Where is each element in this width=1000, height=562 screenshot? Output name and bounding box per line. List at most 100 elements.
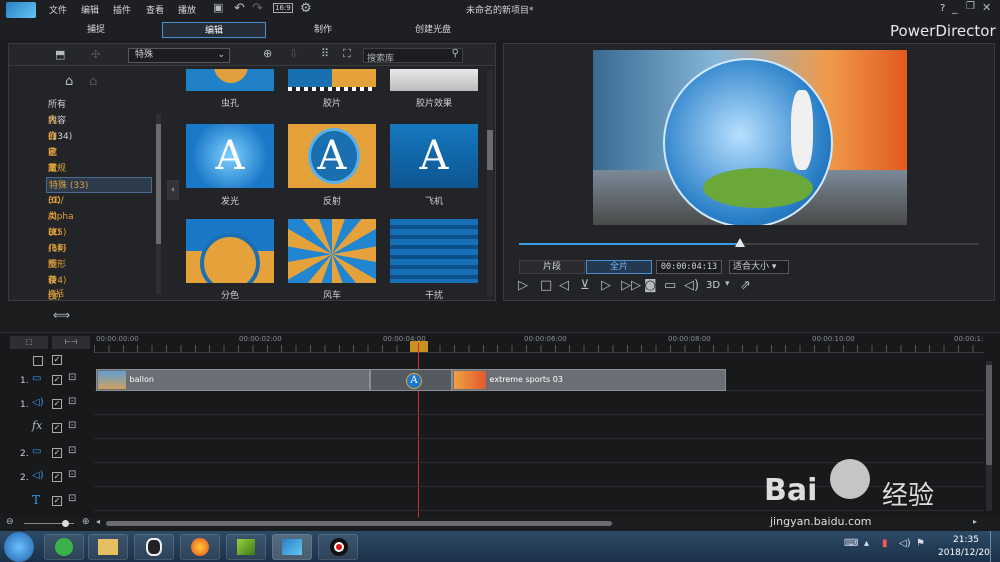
timeline-ruler[interactable]: 00:00:00:00 00:00:02:00 00:00:04:00 00:0…: [94, 333, 984, 353]
tab-capture[interactable]: 捕捉: [65, 22, 127, 38]
category-scrollbar[interactable]: [156, 114, 161, 294]
select-all-checkbox[interactable]: [33, 356, 43, 366]
timecode-display[interactable]: 00:00:04:13: [656, 260, 722, 274]
timeline-horizontal-scrollbar[interactable]: [106, 521, 612, 526]
import-media-icon[interactable]: ⬒: [55, 48, 65, 61]
grid-view-icon[interactable]: ⠿: [321, 47, 329, 60]
transition-thumb-windmill[interactable]: [288, 219, 376, 283]
fit-timeline-icon[interactable]: ⊢⊣: [52, 336, 90, 349]
menu-plugins[interactable]: 插件: [113, 3, 131, 16]
undo-icon[interactable]: ↶: [234, 1, 245, 16]
save-icon[interactable]: ▣: [213, 1, 223, 14]
zoom-slider-handle[interactable]: [62, 520, 69, 527]
stop-icon[interactable]: □: [540, 278, 552, 293]
list-item[interactable]: 3D/类 3D (34): [46, 193, 66, 254]
restore-icon[interactable]: ❐: [966, 1, 975, 12]
list-item[interactable]: 旋转 (3): [46, 257, 61, 302]
download-icon[interactable]: ⇩: [289, 47, 298, 60]
timeline-vertical-scrollbar[interactable]: [986, 361, 992, 511]
flag-tray-icon[interactable]: ⚑: [916, 538, 925, 549]
expand-view-icon[interactable]: ⛶: [343, 47, 351, 61]
menu-edit[interactable]: 编辑: [81, 3, 99, 16]
video-clip-ballon[interactable]: ballon: [96, 369, 370, 391]
tray-time[interactable]: 21:35: [953, 535, 979, 545]
keyboard-tray-icon[interactable]: ⌨: [844, 538, 858, 549]
plugin-icon[interactable]: ✣: [91, 48, 100, 61]
previous-frame-icon[interactable]: ◁: [559, 278, 569, 293]
clip-mode-button[interactable]: 片段: [519, 260, 585, 274]
list-item[interactable]: 擦括（透明干擦） (2): [46, 289, 64, 299]
zoom-fit-dropdown[interactable]: 适合大小 ▾: [729, 260, 789, 274]
taskbar-explorer-icon[interactable]: [88, 534, 128, 560]
search-input[interactable]: 搜索库: [367, 51, 394, 64]
track-enable-checkbox[interactable]: ✓: [52, 472, 62, 482]
transition-thumb-film-effect[interactable]: [390, 69, 478, 91]
tab-create-disc[interactable]: 创建光盘: [392, 22, 474, 38]
transition-clip[interactable]: A: [370, 369, 452, 391]
menu-file[interactable]: 文件: [49, 3, 67, 16]
track-manager-icon[interactable]: ⬚: [10, 336, 48, 349]
close-icon[interactable]: ✕: [982, 1, 991, 14]
search-input-box[interactable]: 搜索库 ⚲: [363, 48, 463, 64]
list-item[interactable]: 我的收藏夹 (0): [46, 113, 61, 206]
track-enable-checkbox[interactable]: ✓: [52, 496, 62, 506]
scroll-left-icon[interactable]: ◂: [96, 517, 100, 526]
show-hidden-icons-icon[interactable]: ▴: [864, 538, 869, 549]
list-item[interactable]: 所有内容 (134): [46, 97, 72, 142]
library-scrollbar[interactable]: [487, 70, 493, 296]
transition-thumb-wormhole[interactable]: [186, 69, 274, 91]
chevron-down-icon[interactable]: ▾: [725, 279, 730, 289]
transition-thumb-plane[interactable]: A: [390, 124, 478, 188]
transition-thumb-split[interactable]: [186, 219, 274, 283]
lock-icon[interactable]: ⊡: [68, 493, 76, 504]
play-icon[interactable]: ▷: [518, 278, 528, 293]
lock-icon[interactable]: ⊡: [68, 445, 76, 456]
fx-track[interactable]: [94, 417, 984, 439]
network-tray-icon[interactable]: ▮: [882, 538, 888, 549]
taskbar-firefox-icon[interactable]: [180, 534, 220, 560]
lock-icon[interactable]: ⊡: [68, 372, 76, 383]
taskbar-qq-icon[interactable]: [134, 534, 174, 560]
help-button[interactable]: ?: [940, 3, 945, 14]
list-item[interactable]: 块 (6): [46, 225, 61, 254]
collapse-panel-icon[interactable]: ‹: [167, 180, 179, 200]
list-item[interactable]: 条纹 (4): [46, 273, 61, 318]
preview-seek-track[interactable]: [519, 243, 979, 245]
fast-forward-icon[interactable]: ▷▷: [621, 278, 641, 293]
aspect-ratio-button[interactable]: 16:9: [273, 3, 293, 13]
list-item[interactable]: Alpha (15): [46, 209, 74, 238]
audio-track-1[interactable]: [94, 393, 984, 415]
video-clip-extreme-sports[interactable]: extreme sports 03: [452, 369, 726, 391]
transition-thumb-glow[interactable]: A: [186, 124, 274, 188]
seek-slider-handle[interactable]: [734, 238, 745, 247]
movie-mode-button[interactable]: 全片: [586, 260, 652, 274]
minimize-icon[interactable]: _: [952, 1, 958, 14]
taskbar-powerdirector-icon[interactable]: [272, 534, 312, 560]
list-item[interactable]: 常规 (12): [46, 161, 66, 190]
snapshot-marker-icon[interactable]: ⊻: [580, 278, 590, 293]
menu-play[interactable]: 播放: [178, 3, 196, 16]
lock-icon[interactable]: ⊡: [68, 469, 76, 480]
playhead-handle[interactable]: [410, 341, 428, 352]
tag-remove-icon[interactable]: ⌂: [89, 74, 97, 89]
transition-thumb-film[interactable]: [288, 69, 376, 91]
list-item[interactable]: 自定义 (0): [46, 129, 61, 190]
scroll-right-icon[interactable]: ▸: [973, 517, 977, 526]
list-item[interactable]: 几何图形 (24): [46, 241, 66, 286]
settings-gear-icon[interactable]: ⚙: [300, 1, 312, 16]
transition-thumb-interference[interactable]: [390, 219, 478, 283]
volume-icon[interactable]: ◁): [684, 278, 699, 293]
redo-icon[interactable]: ↷: [252, 1, 263, 16]
list-item[interactable]: 已下载 (0): [46, 145, 61, 206]
lock-icon[interactable]: ⊡: [68, 396, 76, 407]
taskbar-media-icon[interactable]: [226, 534, 266, 560]
volume-tray-icon[interactable]: ◁): [899, 538, 911, 549]
list-item-selected[interactable]: 特殊 (33): [46, 177, 152, 193]
tab-produce[interactable]: 制作: [292, 22, 354, 38]
zoom-in-icon[interactable]: ⊕: [82, 517, 90, 527]
tab-edit[interactable]: 编辑: [162, 22, 266, 38]
undock-preview-icon[interactable]: ⇗: [740, 278, 751, 293]
show-desktop-button[interactable]: [990, 531, 1000, 562]
camera-icon[interactable]: ◙: [644, 278, 657, 293]
tray-date[interactable]: 2018/12/20: [938, 548, 990, 558]
